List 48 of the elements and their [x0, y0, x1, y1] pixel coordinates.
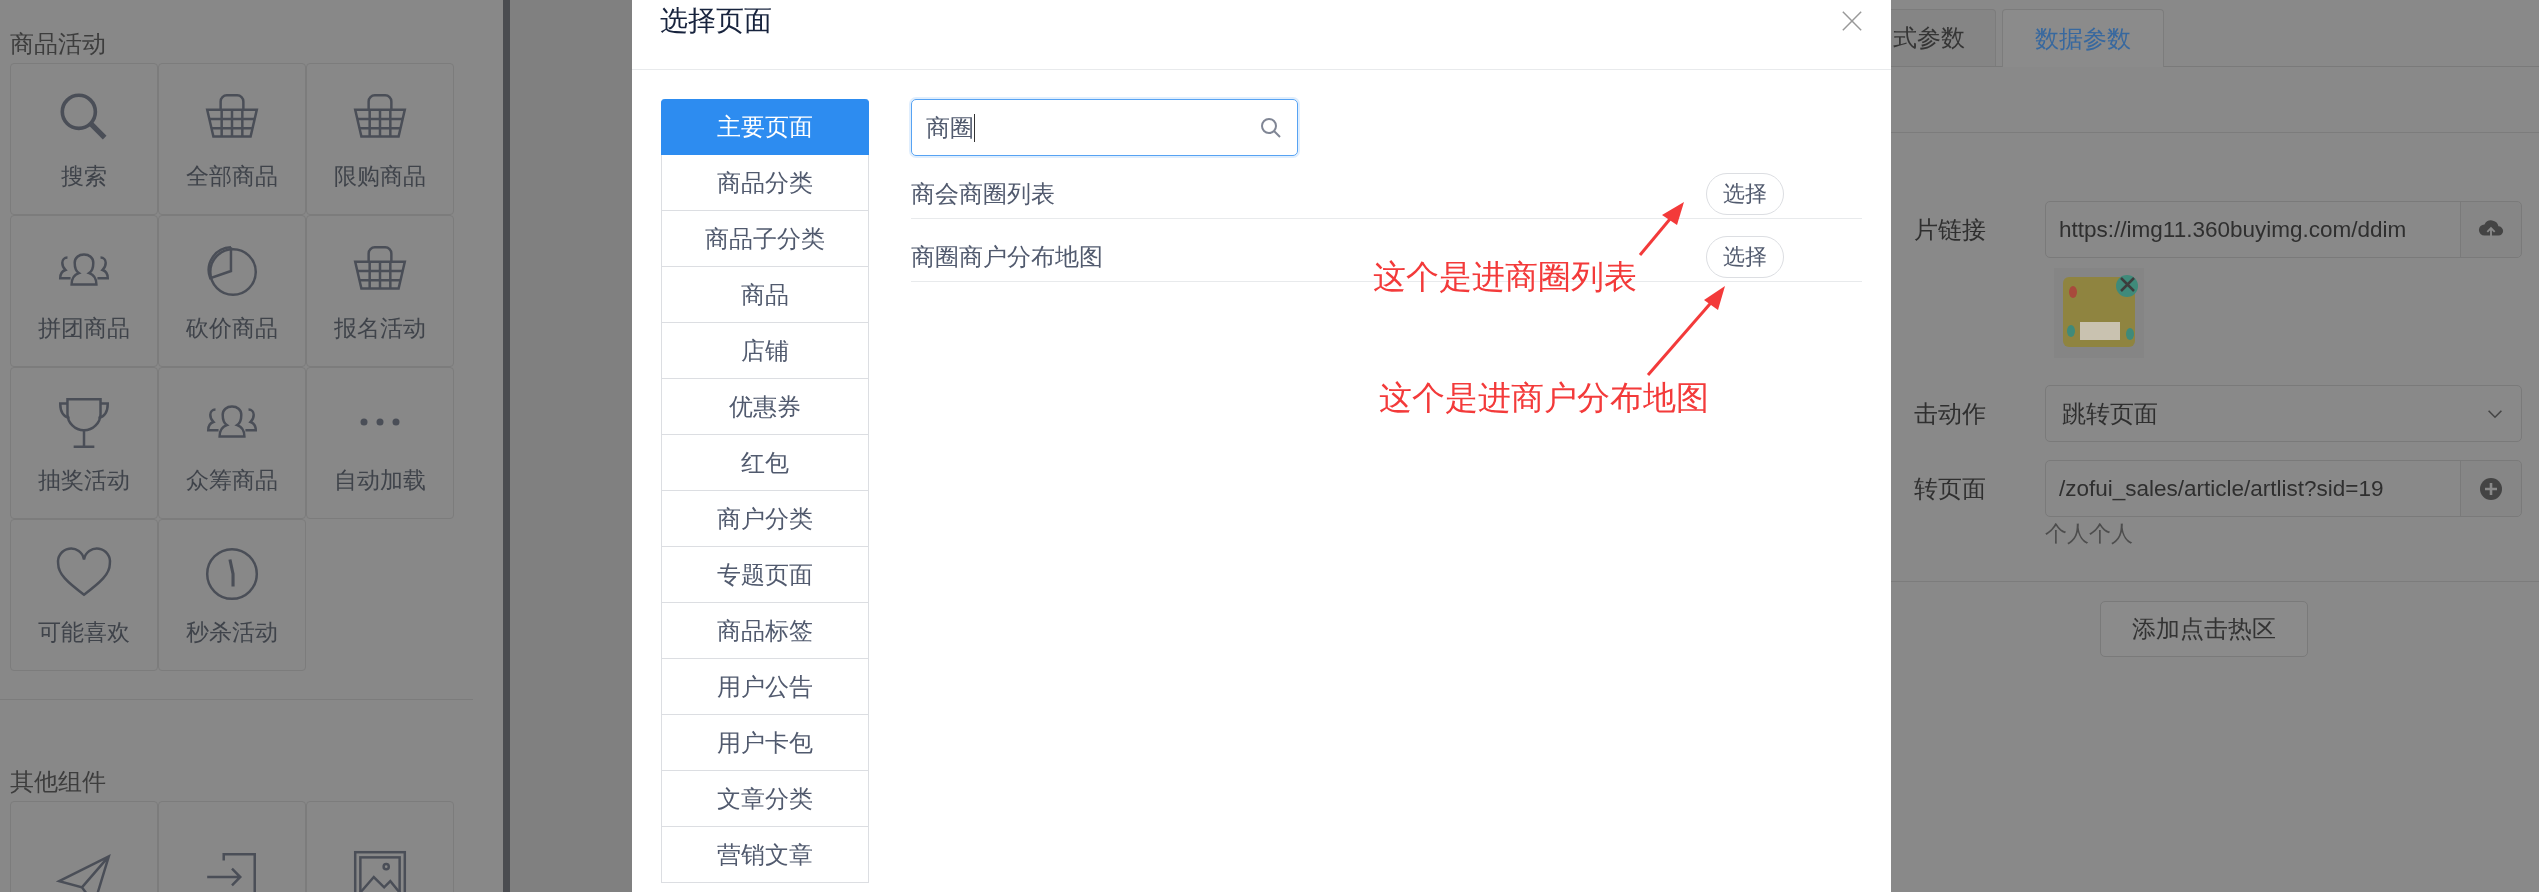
section-title: 其他组件	[10, 767, 107, 798]
search-field[interactable]: 商圈	[911, 99, 1298, 156]
menu-item[interactable]: 商户分类	[661, 491, 869, 547]
select-button[interactable]: 选择	[1706, 173, 1784, 215]
menu-item[interactable]: 营销文章	[661, 827, 869, 883]
field-label: 击动作	[1913, 398, 1986, 430]
tab[interactable]: 式参数	[1891, 9, 1996, 66]
field-label: 片链接	[1913, 214, 1986, 246]
close-icon[interactable]	[1841, 9, 1863, 32]
component-tile[interactable]: 抽奖活动	[10, 367, 158, 519]
plus-circle-icon	[2478, 476, 2504, 501]
menu-item[interactable]: 主要页面	[661, 99, 869, 155]
field-hint: 个人个人	[2045, 520, 2134, 548]
component-tile[interactable]: 搜索	[10, 63, 158, 215]
annotation-arrow	[1638, 202, 1684, 256]
section-title: 商品活动	[10, 29, 107, 60]
component-tile[interactable]: 拼团商品	[10, 215, 158, 367]
annotation-text: 这个是进商户分布地图	[1379, 377, 1709, 419]
menu-item[interactable]: 商品子分类	[661, 211, 869, 267]
menu-item[interactable]: 优惠券	[661, 379, 869, 435]
menu-item[interactable]: 文章分类	[661, 771, 869, 827]
menu-item[interactable]: 店铺	[661, 323, 869, 379]
menu-item[interactable]: 商品	[661, 267, 869, 323]
component-tile[interactable]: 自动加载	[306, 367, 454, 519]
component-tile[interactable]: 众筹商品	[158, 367, 306, 519]
menu-item[interactable]: 专题页面	[661, 547, 869, 603]
menu-item[interactable]: 用户卡包	[661, 715, 869, 771]
add-hotspot-button[interactable]: 添加点击热区	[2100, 601, 2308, 657]
select-button[interactable]: 选择	[1706, 236, 1784, 278]
menu-item[interactable]: 红包	[661, 435, 869, 491]
action-dropdown[interactable]: 跳转页面	[2045, 385, 2522, 442]
menu-item[interactable]: 用户公告	[661, 659, 869, 715]
component-tile[interactable]: 限购商品	[306, 63, 454, 215]
component-tile[interactable]: 秒杀活动	[158, 519, 306, 671]
search-icon	[1259, 115, 1283, 140]
component-tile[interactable]: 砍价商品	[158, 215, 306, 367]
result-label: 商会商圈列表	[911, 179, 1055, 210]
result-label: 商圈商户分布地图	[911, 242, 1103, 273]
more-icon	[359, 416, 401, 427]
field-label: 转页面	[1913, 473, 1986, 505]
component-tile[interactable]: 报名活动	[306, 215, 454, 367]
menu-item[interactable]: 商品标签	[661, 603, 869, 659]
component-tile[interactable]: 全部商品	[158, 63, 306, 215]
chevron-down-icon	[2487, 408, 2503, 419]
menu-item[interactable]: 商品分类	[661, 155, 869, 211]
annotation-text: 这个是进商圈列表	[1373, 256, 1637, 298]
dialog-title: 选择页面	[660, 2, 772, 39]
component-tile[interactable]: 可能喜欢	[10, 519, 158, 671]
